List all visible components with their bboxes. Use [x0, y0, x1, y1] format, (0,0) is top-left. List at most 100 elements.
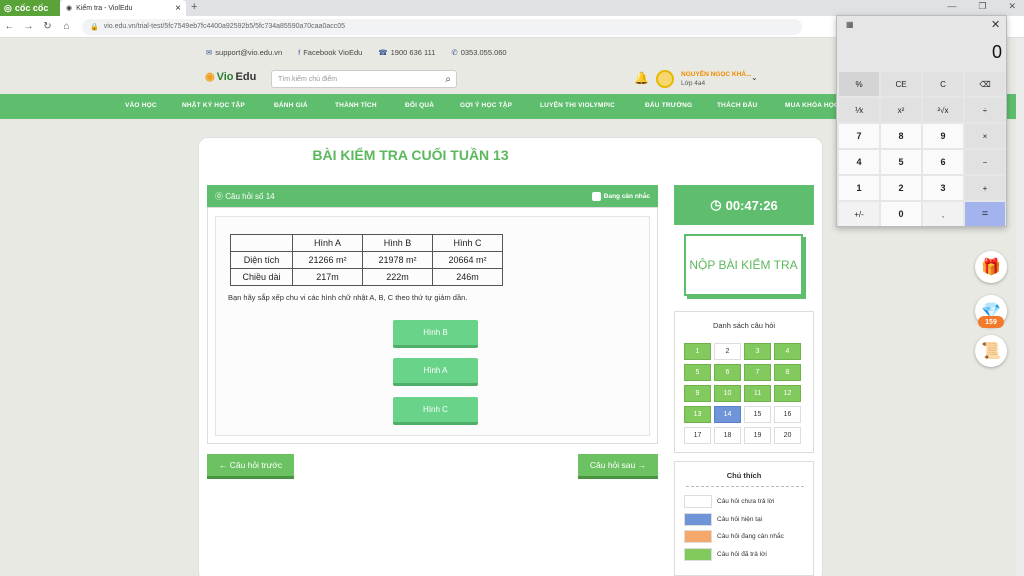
gift-icon[interactable]: 🎁 [975, 251, 1007, 283]
question-grid-cell[interactable]: 10 [714, 385, 741, 402]
question-grid-cell[interactable]: 20 [774, 427, 801, 444]
calculator-key[interactable]: , [923, 202, 963, 226]
avatar[interactable] [656, 70, 674, 88]
calculator-key[interactable]: % [839, 72, 879, 96]
facebook-link[interactable]: f Facebook VioEdu [298, 48, 362, 57]
calculator-key[interactable]: 1 [839, 176, 879, 200]
forward-icon[interactable]: → [19, 21, 38, 32]
calculator-key[interactable]: = [965, 202, 1005, 226]
question-grid-cell[interactable]: 1 [684, 343, 711, 360]
minimize-icon[interactable]: — [947, 1, 956, 12]
nav-item-violympic[interactable]: LUYỆN THI VIOLYMPIC [540, 102, 615, 109]
question-grid-cell[interactable]: 16 [774, 406, 801, 423]
notification-bell-icon[interactable]: 🔔 [634, 71, 649, 85]
url-field[interactable]: 🔒 vio.edu.vn/trial-test/5fc7549eb7fc4400a… [82, 18, 802, 35]
calculator-key[interactable]: 8 [881, 124, 921, 148]
home-icon[interactable]: ⌂ [57, 21, 76, 32]
question-grid-cell[interactable]: 13 [684, 406, 711, 423]
question-grid-cell[interactable]: 7 [744, 364, 771, 381]
answer-option[interactable]: Hình B [393, 320, 478, 348]
question-grid-cell[interactable]: 17 [684, 427, 711, 444]
question-grid-cell[interactable]: 2 [714, 343, 741, 360]
calculator-key[interactable]: 0 [881, 202, 921, 226]
legend-label: Câu hỏi đang cân nhắc [717, 533, 784, 540]
calculator-key[interactable]: 4 [839, 150, 879, 174]
nav-item-danh-gia[interactable]: ĐÁNH GIÁ [274, 102, 308, 109]
nav-item-doi-qua[interactable]: ĐỔI QUÀ [405, 102, 434, 109]
scroll-icon[interactable]: 📜 [975, 335, 1007, 367]
question-grid-cell[interactable]: 14 [714, 406, 741, 423]
user-name[interactable]: NGUYỄN NGỌC KHÁ... [681, 71, 751, 78]
page-scrollbar[interactable] [1016, 38, 1024, 576]
help-circle-icon: ⓪ [215, 191, 226, 201]
answer-option[interactable]: Hình A [393, 358, 478, 386]
calculator-key[interactable]: + [965, 176, 1005, 200]
calculator-key[interactable]: − [965, 150, 1005, 174]
search-icon[interactable]: ⌕ [445, 74, 451, 85]
checkbox-box[interactable] [591, 191, 601, 201]
back-icon[interactable]: ← [0, 21, 19, 32]
question-grid-cell[interactable]: 8 [774, 364, 801, 381]
table-cell: 21266 m² [292, 251, 363, 269]
prev-question-button[interactable]: ← Câu hỏi trước [207, 454, 294, 479]
nav-item-dau-truong[interactable]: ĐẤU TRƯỜNG [645, 102, 692, 109]
question-grid-cell[interactable]: 3 [744, 343, 771, 360]
nav-item-thach-dau[interactable]: THÁCH ĐẤU [717, 102, 757, 109]
diamond-count-badge: 159 [978, 316, 1004, 328]
phone-link[interactable]: ☎ 1900 636 111 [378, 48, 435, 57]
calculator-key[interactable]: C [923, 72, 963, 96]
table-row: Diện tích 21266 m² 21978 m² 20664 m² [230, 251, 503, 269]
calculator-key[interactable]: ⅟x [839, 98, 879, 122]
search-input[interactable]: Tìm kiếm chủ điểm ⌕ [271, 70, 457, 88]
flag-checkbox[interactable]: Đang cân nhắc [591, 191, 650, 201]
calculator-key[interactable]: +/- [839, 202, 879, 226]
legend-swatch [684, 513, 712, 526]
question-grid-cell[interactable]: 12 [774, 385, 801, 402]
question-header: ⓪ Câu hỏi số 14 Đang cân nhắc [207, 185, 658, 207]
calculator-close-icon[interactable]: ✕ [991, 18, 1000, 31]
new-tab-icon[interactable]: + [191, 1, 197, 13]
tab-close-icon[interactable]: × [175, 3, 181, 14]
nav-item-nhat-ky[interactable]: NHẬT KÝ HỌC TẬP [182, 102, 245, 109]
calculator-key[interactable]: CE [881, 72, 921, 96]
browser-brand[interactable]: ◎ cốc cốc [0, 0, 60, 16]
nav-item-goi-y[interactable]: GỢI Ý HỌC TẬP [460, 102, 512, 109]
nav-item-thanh-tich[interactable]: THÀNH TÍCH [335, 102, 377, 109]
window-close-icon[interactable]: ✕ [1008, 1, 1016, 12]
calculator-key[interactable]: 7 [839, 124, 879, 148]
brand-label: cốc cốc [14, 3, 49, 13]
question-grid-cell[interactable]: 9 [684, 385, 711, 402]
calculator-key[interactable]: ⌫ [965, 72, 1005, 96]
question-grid-cell[interactable]: 5 [684, 364, 711, 381]
calculator-key[interactable]: x² [881, 98, 921, 122]
calculator-key[interactable]: 5 [881, 150, 921, 174]
calculator-key[interactable]: ²√x [923, 98, 963, 122]
calculator-key[interactable]: 9 [923, 124, 963, 148]
submit-test-button[interactable]: NỘP BÀI KIỂM TRA [684, 234, 803, 296]
table-header-cell: Hình C [432, 234, 503, 252]
hotline-link[interactable]: ✆ 0353.055.060 [451, 48, 506, 57]
calculator-key[interactable]: × [965, 124, 1005, 148]
calculator-key[interactable]: ÷ [965, 98, 1005, 122]
calculator-key[interactable]: 3 [923, 176, 963, 200]
browser-tab[interactable]: ◉ Kiểm tra - ViolEdu × [60, 0, 186, 16]
maximize-icon[interactable]: ❐ [978, 1, 986, 12]
question-grid-cell[interactable]: 6 [714, 364, 741, 381]
question-grid-cell[interactable]: 4 [774, 343, 801, 360]
contact-bar: ✉ support@vio.edu.vn f Facebook VioEdu ☎ 19… [206, 44, 507, 60]
question-grid-cell[interactable]: 19 [744, 427, 771, 444]
question-grid-cell[interactable]: 11 [744, 385, 771, 402]
vioedu-logo[interactable]: ◉ Vio Edu [205, 70, 256, 84]
next-question-button[interactable]: Câu hỏi sau → [578, 454, 658, 479]
chevron-down-icon[interactable]: ⌄ [751, 73, 758, 82]
nav-item-vao-hoc[interactable]: VÀO HỌC [125, 102, 157, 109]
nav-item-mua-khoa-hoc[interactable]: MUA KHÓA HỌC [785, 102, 839, 109]
question-grid-cell[interactable]: 15 [744, 406, 771, 423]
question-grid-cell[interactable]: 18 [714, 427, 741, 444]
email-link[interactable]: ✉ support@vio.edu.vn [206, 48, 282, 57]
reload-icon[interactable]: ↻ [38, 21, 57, 32]
calculator-icon: ▦ [846, 20, 854, 29]
calculator-key[interactable]: 6 [923, 150, 963, 174]
calculator-key[interactable]: 2 [881, 176, 921, 200]
answer-option[interactable]: Hình C [393, 397, 478, 425]
